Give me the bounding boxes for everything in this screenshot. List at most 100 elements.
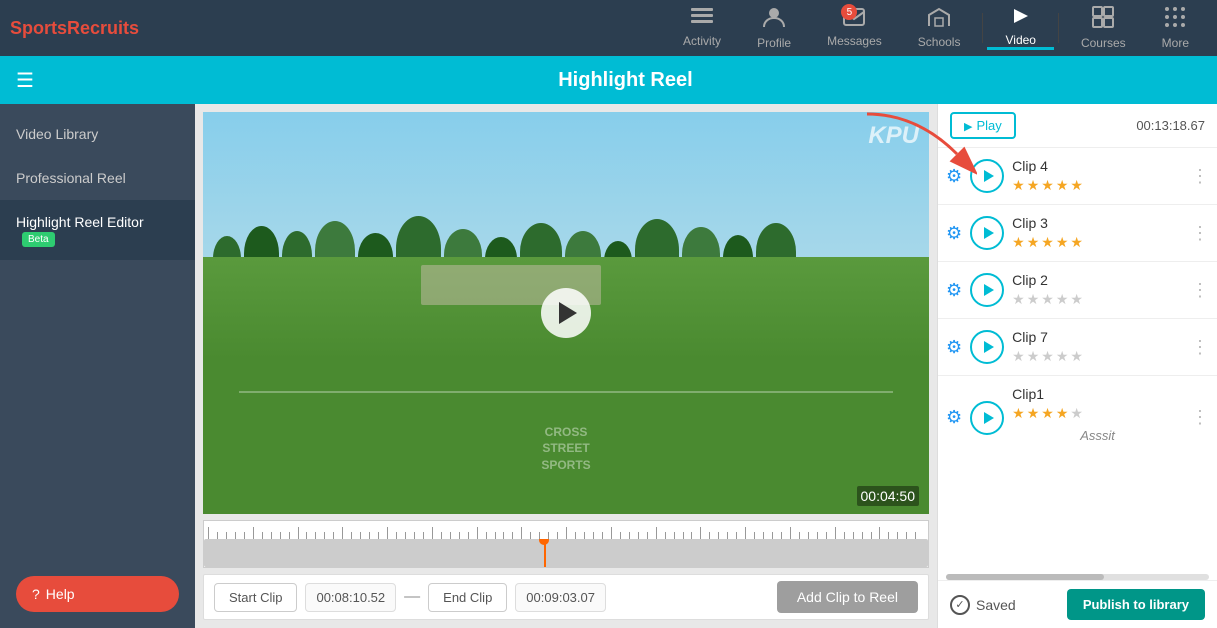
drag-handle-clip3[interactable]: ⋮ xyxy=(1191,223,1209,244)
highlight-bar: ☰ Highlight Reel xyxy=(0,56,1217,104)
star-filled[interactable]: ★ xyxy=(1027,177,1040,194)
schools-icon xyxy=(928,7,950,33)
nav-label-messages: Messages xyxy=(827,34,882,48)
sidebar-item-professional-reel[interactable]: Professional Reel xyxy=(0,156,195,200)
star-filled[interactable]: ★ xyxy=(1041,405,1054,422)
clip-stars-clip2[interactable]: ★★★★★ xyxy=(1012,291,1183,308)
star-filled[interactable]: ★ xyxy=(1070,234,1083,251)
play-circle-clip2[interactable] xyxy=(970,273,1004,307)
nav-item-schools[interactable]: Schools xyxy=(900,7,979,49)
clip-stars-clip1[interactable]: ★★★★★ xyxy=(1012,405,1183,422)
nav-label-more: More xyxy=(1162,36,1189,50)
drag-handle-clip1[interactable]: ⋮ xyxy=(1191,407,1209,428)
gear-icon-clip2[interactable]: ⚙ xyxy=(946,280,962,301)
star-filled[interactable]: ★ xyxy=(1056,405,1069,422)
star-empty[interactable]: ★ xyxy=(1012,348,1025,365)
star-empty[interactable]: ★ xyxy=(1027,291,1040,308)
star-empty[interactable]: ★ xyxy=(1041,348,1054,365)
logo-recruits: Recruits xyxy=(67,18,139,38)
nav-item-messages[interactable]: 5 Messages xyxy=(809,8,900,48)
clip-stars-clip4[interactable]: ★★★★★ xyxy=(1012,177,1183,194)
watermark-line1: CROSS xyxy=(541,424,590,441)
star-filled[interactable]: ★ xyxy=(1056,177,1069,194)
star-empty[interactable]: ★ xyxy=(1070,348,1083,365)
clip-info-clip2: Clip 2★★★★★ xyxy=(1012,272,1183,308)
nav-item-courses[interactable]: Courses xyxy=(1063,6,1144,50)
more-icon xyxy=(1164,6,1186,34)
clip-stars-clip3[interactable]: ★★★★★ xyxy=(1012,234,1183,251)
star-empty[interactable]: ★ xyxy=(1027,348,1040,365)
star-empty[interactable]: ★ xyxy=(1070,405,1083,422)
star-filled[interactable]: ★ xyxy=(1070,177,1083,194)
nav-divider xyxy=(982,13,983,43)
clip-name-clip4: Clip 4 xyxy=(1012,158,1183,174)
star-empty[interactable]: ★ xyxy=(1041,291,1054,308)
timeline-ticks xyxy=(208,525,924,539)
drag-handle-clip4[interactable]: ⋮ xyxy=(1191,166,1209,187)
star-filled[interactable]: ★ xyxy=(1056,234,1069,251)
ticks-inner xyxy=(208,525,924,539)
drag-handle-clip7[interactable]: ⋮ xyxy=(1191,337,1209,358)
sidebar-item-label: Highlight Reel Editor xyxy=(16,214,144,230)
star-filled[interactable]: ★ xyxy=(1041,177,1054,194)
end-clip-button[interactable]: End Clip xyxy=(428,583,507,612)
video-player[interactable]: KPU CROSS STREET SPORTS 00:04:50 xyxy=(203,112,929,514)
dash-separator: — xyxy=(404,588,420,606)
play-button-overlay[interactable] xyxy=(541,288,591,338)
star-empty[interactable]: ★ xyxy=(1070,291,1083,308)
gear-icon-clip1[interactable]: ⚙ xyxy=(946,407,962,428)
nav-label-profile: Profile xyxy=(757,36,791,50)
star-filled[interactable]: ★ xyxy=(1012,234,1025,251)
panel-footer: ✓ Saved Publish to library xyxy=(938,580,1217,628)
star-empty[interactable]: ★ xyxy=(1056,291,1069,308)
gear-icon-clip4[interactable]: ⚙ xyxy=(946,166,962,187)
star-filled[interactable]: ★ xyxy=(1012,405,1025,422)
help-button[interactable]: ? Help xyxy=(16,576,179,612)
clip-item-clip2: ⚙ Clip 2★★★★★ ⋮ xyxy=(938,262,1217,319)
clip-item-clip3: ⚙ Clip 3★★★★★ ⋮ xyxy=(938,205,1217,262)
sidebar-item-highlight-reel-editor[interactable]: Highlight Reel Editor Beta xyxy=(0,200,195,260)
star-filled[interactable]: ★ xyxy=(1012,177,1025,194)
nav-item-profile[interactable]: Profile xyxy=(739,6,809,50)
help-label: Help xyxy=(46,586,75,602)
gear-icon-clip7[interactable]: ⚙ xyxy=(946,337,962,358)
help-icon: ? xyxy=(32,586,40,602)
video-watermark: CROSS STREET SPORTS xyxy=(541,424,590,474)
sidebar: Video Library Professional Reel Highligh… xyxy=(0,104,195,628)
star-empty[interactable]: ★ xyxy=(1056,348,1069,365)
start-clip-button[interactable]: Start Clip xyxy=(214,583,297,612)
hamburger-menu[interactable]: ☰ xyxy=(16,68,34,93)
watermark-line2: STREET xyxy=(541,440,590,457)
play-circle-clip4[interactable] xyxy=(970,159,1004,193)
clip-tag-clip1: Asssit xyxy=(1012,422,1183,449)
play-circle-clip1[interactable] xyxy=(970,401,1004,435)
nav-item-more[interactable]: More xyxy=(1144,6,1207,50)
clip-name-clip1: Clip1 xyxy=(1012,386,1183,402)
publish-button[interactable]: Publish to library xyxy=(1067,589,1205,620)
timeline-handle[interactable] xyxy=(539,539,549,545)
star-filled[interactable]: ★ xyxy=(1027,405,1040,422)
nav-divider2 xyxy=(1058,13,1059,43)
clip-info-clip7: Clip 7★★★★★ xyxy=(1012,329,1183,365)
play-circle-clip7[interactable] xyxy=(970,330,1004,364)
nav-item-video[interactable]: Video xyxy=(987,7,1053,50)
star-filled[interactable]: ★ xyxy=(1041,234,1054,251)
add-clip-button[interactable]: Add Clip to Reel xyxy=(777,581,918,613)
play-circle-clip3[interactable] xyxy=(970,216,1004,250)
play-reel-button[interactable]: Play xyxy=(950,112,1016,139)
controls-bar: Start Clip 00:08:10.52 — End Clip 00:09:… xyxy=(203,574,929,620)
gear-icon-clip3[interactable]: ⚙ xyxy=(946,223,962,244)
field-line xyxy=(239,391,892,393)
star-empty[interactable]: ★ xyxy=(1012,291,1025,308)
clip-info-clip3: Clip 3★★★★★ xyxy=(1012,215,1183,251)
profile-icon xyxy=(763,6,785,34)
sidebar-item-video-library[interactable]: Video Library xyxy=(0,112,195,156)
logo-sports: Sports xyxy=(10,18,67,38)
total-time: 00:13:18.67 xyxy=(1136,118,1205,133)
star-filled[interactable]: ★ xyxy=(1027,234,1040,251)
drag-handle-clip2[interactable]: ⋮ xyxy=(1191,280,1209,301)
nav-item-activity[interactable]: Activity xyxy=(665,8,739,48)
video-time: 00:04:50 xyxy=(857,486,920,506)
timeline-bar[interactable] xyxy=(204,539,928,567)
clip-stars-clip7[interactable]: ★★★★★ xyxy=(1012,348,1183,365)
